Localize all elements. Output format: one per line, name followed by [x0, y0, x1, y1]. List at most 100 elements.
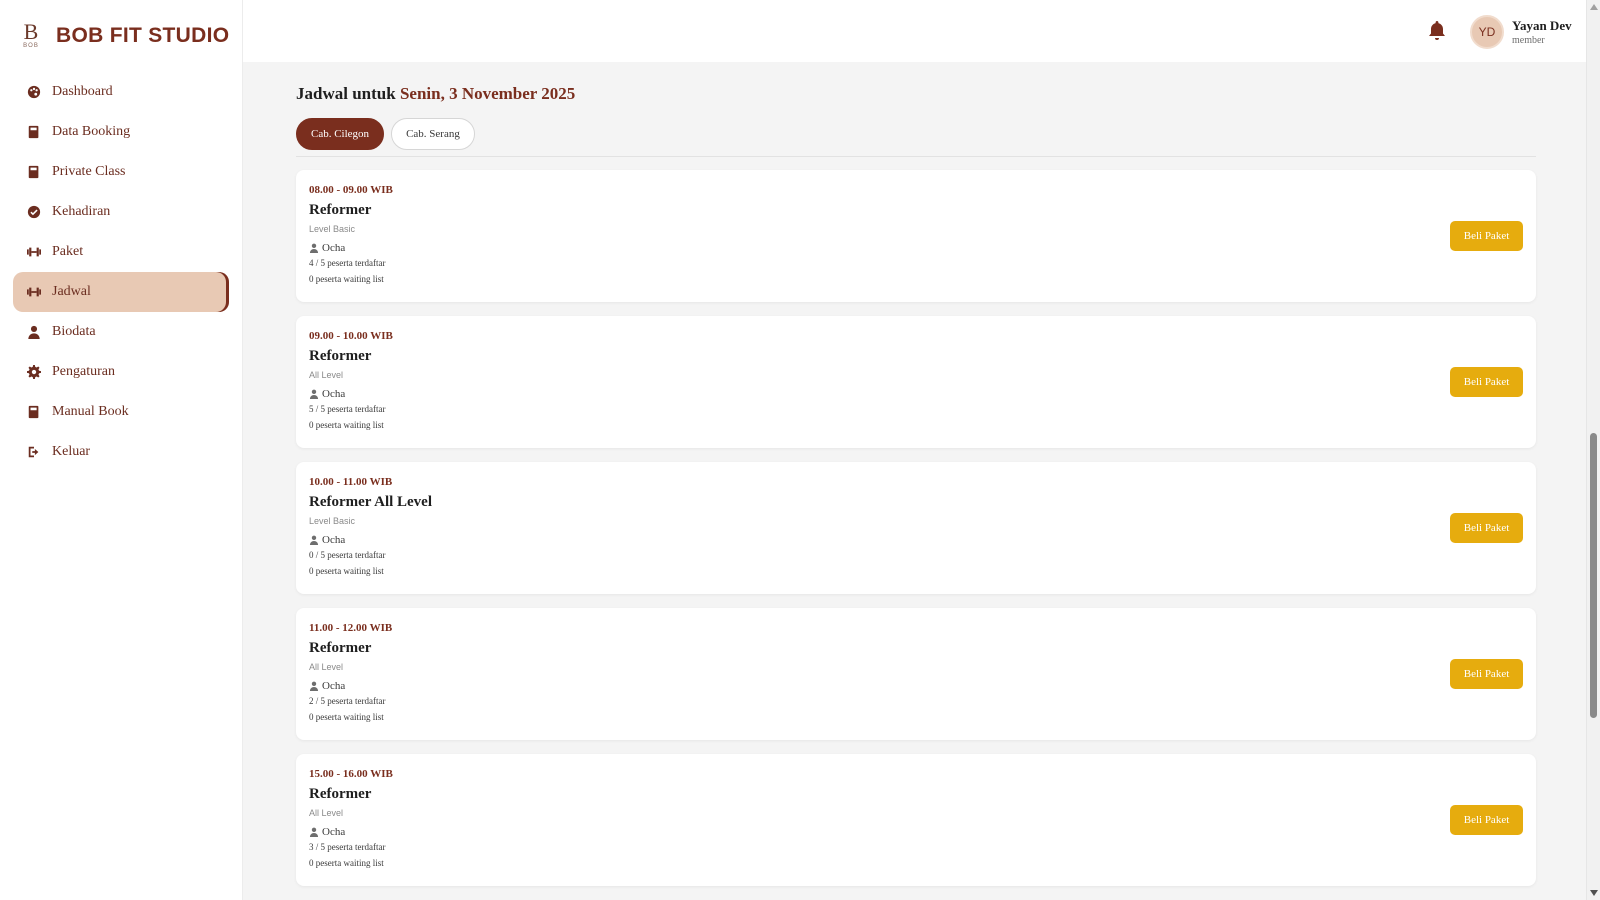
class-card: 10.00 - 11.00 WIB Reformer All Level Lev… — [296, 462, 1536, 594]
logout-icon — [26, 444, 42, 460]
sidebar-item-label: Manual Book — [52, 404, 129, 419]
buy-package-button[interactable]: Beli Paket — [1450, 367, 1523, 397]
sidebar-item-data-booking[interactable]: Data Booking — [13, 112, 229, 152]
tab-cab-serang[interactable]: Cab. Serang — [391, 118, 475, 150]
topbar: YD Yayan Dev member — [243, 0, 1586, 62]
user-icon — [309, 827, 319, 837]
user-role: member — [1512, 35, 1545, 46]
class-coach: Ocha — [309, 387, 1523, 401]
divider — [296, 156, 1536, 157]
buy-package-button[interactable]: Beli Paket — [1450, 513, 1523, 543]
scroll-up-icon[interactable] — [1590, 4, 1598, 10]
class-card: 15.00 - 16.00 WIB Reformer All Level Och… — [296, 754, 1536, 886]
sidebar-item-jadwal[interactable]: Jadwal — [13, 272, 229, 312]
book-icon — [26, 164, 42, 180]
coach-name: Ocha — [322, 826, 346, 838]
user-icon — [309, 243, 319, 253]
buy-package-button[interactable]: Beli Paket — [1450, 805, 1523, 835]
class-level: Level Basic — [309, 516, 356, 526]
palette-icon — [26, 84, 42, 100]
coach-name: Ocha — [322, 680, 346, 692]
gear-icon — [26, 364, 42, 380]
user-icon — [309, 681, 319, 691]
sidebar-item-label: Biodata — [52, 324, 96, 339]
registered-count: 3 / 5 peserta terdaftar — [309, 842, 386, 852]
class-coach: Ocha — [309, 533, 1523, 547]
class-level: All Level — [309, 370, 344, 380]
user-icon — [26, 324, 42, 340]
sidebar-item-label: Pengaturan — [52, 364, 115, 379]
dumbbell-icon — [26, 284, 42, 300]
sidebar-item-biodata[interactable]: Biodata — [13, 312, 229, 352]
waiting-list-count: 0 peserta waiting list — [309, 274, 384, 284]
scroll-thumb[interactable] — [1590, 433, 1597, 718]
bell-icon[interactable] — [1428, 21, 1446, 41]
sidebar-item-pengaturan[interactable]: Pengaturan — [13, 352, 229, 392]
coach-name: Ocha — [322, 242, 346, 254]
sidebar-nav: Dashboard Data Booking Private Class Keh… — [0, 72, 242, 472]
class-level: Level Basic — [309, 224, 356, 234]
class-coach: Ocha — [309, 241, 1523, 255]
sidebar-item-label: Paket — [52, 244, 84, 259]
class-time: 09.00 - 10.00 WIB — [309, 330, 393, 342]
page-scrollbar[interactable] — [1586, 0, 1600, 900]
class-level: All Level — [309, 662, 344, 672]
sidebar-item-dashboard[interactable]: Dashboard — [13, 72, 229, 112]
class-card: 08.00 - 09.00 WIB Reformer Level Basic O… — [296, 170, 1536, 302]
sidebar-item-label: Kehadiran — [52, 204, 111, 219]
user-icon — [309, 535, 319, 545]
page-title: Jadwal untuk Senin, 3 November 2025 — [296, 84, 1536, 104]
class-card: 11.00 - 12.00 WIB Reformer All Level Och… — [296, 608, 1536, 740]
sidebar-item-keluar[interactable]: Keluar — [13, 432, 229, 472]
brand-logo-icon: B BOB — [20, 21, 42, 51]
registered-count: 2 / 5 peserta terdaftar — [309, 696, 386, 706]
class-name: Reformer — [309, 786, 372, 802]
class-name: Reformer — [309, 202, 372, 218]
class-time: 11.00 - 12.00 WIB — [309, 622, 393, 634]
sidebar-item-paket[interactable]: Paket — [13, 232, 229, 272]
sidebar-item-private-class[interactable]: Private Class — [13, 152, 229, 192]
sidebar-item-label: Keluar — [52, 444, 91, 459]
check-circle-icon — [26, 204, 42, 220]
logo-sub: BOB — [23, 43, 39, 49]
dumbbell-icon — [26, 244, 42, 260]
scroll-down-icon[interactable] — [1590, 890, 1598, 896]
coach-name: Ocha — [322, 534, 346, 546]
brand-name: BOB FIT STUDIO — [56, 24, 230, 47]
class-time: 15.00 - 16.00 WIB — [309, 768, 393, 780]
avatar[interactable]: YD — [1470, 15, 1504, 49]
logo-mark: B — [23, 19, 39, 44]
title-prefix: Jadwal untuk — [296, 84, 396, 103]
book-icon — [26, 404, 42, 420]
branch-tabs: Cab. Cilegon Cab. Serang — [296, 118, 1536, 150]
class-card: 09.00 - 10.00 WIB Reformer All Level Och… — [296, 316, 1536, 448]
buy-package-button[interactable]: Beli Paket — [1450, 659, 1523, 689]
brand[interactable]: B BOB BOB FIT STUDIO — [0, 0, 242, 72]
sidebar-item-kehadiran[interactable]: Kehadiran — [13, 192, 229, 232]
sidebar-item-label: Data Booking — [52, 124, 131, 139]
class-time: 10.00 - 11.00 WIB — [309, 476, 393, 488]
class-coach: Ocha — [309, 679, 1523, 693]
class-name: Reformer — [309, 640, 372, 656]
class-level: All Level — [309, 808, 344, 818]
user-icon — [309, 389, 319, 399]
registered-count: 0 / 5 peserta terdaftar — [309, 550, 386, 560]
main-content: Jadwal untuk Senin, 3 November 2025 Cab.… — [296, 62, 1536, 900]
buy-package-button[interactable]: Beli Paket — [1450, 221, 1523, 251]
class-name: Reformer — [309, 348, 372, 364]
user-name: Yayan Dev — [1512, 18, 1572, 33]
tab-cab-cilegon[interactable]: Cab. Cilegon — [296, 118, 385, 150]
sidebar-item-label: Dashboard — [52, 84, 113, 99]
class-time: 08.00 - 09.00 WIB — [309, 184, 393, 196]
waiting-list-count: 0 peserta waiting list — [309, 858, 384, 868]
sidebar: B BOB BOB FIT STUDIO Dashboard Data Book… — [0, 0, 243, 900]
class-name: Reformer All Level — [309, 494, 433, 510]
waiting-list-count: 0 peserta waiting list — [309, 420, 384, 430]
waiting-list-count: 0 peserta waiting list — [309, 712, 384, 722]
book-icon — [26, 124, 42, 140]
class-list: 08.00 - 09.00 WIB Reformer Level Basic O… — [296, 170, 1536, 886]
schedule-date: Senin, 3 November 2025 — [399, 84, 576, 103]
coach-name: Ocha — [322, 388, 346, 400]
sidebar-item-manual-book[interactable]: Manual Book — [13, 392, 229, 432]
registered-count: 4 / 5 peserta terdaftar — [309, 258, 386, 268]
